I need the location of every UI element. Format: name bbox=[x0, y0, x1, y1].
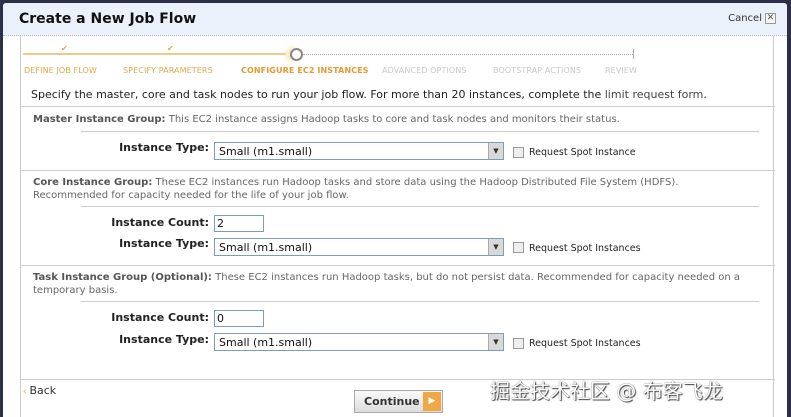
back-link[interactable]: ‹ Back bbox=[23, 384, 56, 397]
limit-request-link[interactable]: limit request form bbox=[605, 88, 704, 101]
intro-body: Specify the master, core and task nodes … bbox=[31, 88, 605, 101]
progress-track-end bbox=[633, 49, 634, 59]
divider bbox=[21, 265, 775, 266]
intro-end: . bbox=[703, 88, 707, 101]
task-count-label: Instance Count: bbox=[111, 311, 209, 324]
master-instance-type-select[interactable]: Small (m1.small) ▼ bbox=[214, 142, 504, 160]
cancel-label: Cancel bbox=[728, 13, 762, 24]
task-instance-type-select[interactable]: Small (m1.small) ▼ bbox=[214, 333, 504, 351]
step-configure-ec2: CONFIGURE EC2 INSTANCES bbox=[241, 66, 369, 75]
master-group-desc: Master Instance Group: This EC2 instance… bbox=[33, 113, 748, 126]
master-group-text: This EC2 instance assigns Hadoop tasks t… bbox=[165, 114, 620, 125]
job-flow-dialog: Create a New Job Flow Cancel ✕ ✔ ✔ DEFINE… bbox=[3, 3, 787, 417]
check-icon: ✔ bbox=[167, 44, 174, 53]
task-instance-count-input[interactable]: 0 bbox=[214, 310, 264, 327]
chevron-down-icon[interactable]: ▼ bbox=[488, 143, 503, 159]
divider bbox=[81, 206, 759, 207]
master-spot-label: Request Spot Instance bbox=[529, 147, 636, 158]
chevron-down-icon[interactable]: ▼ bbox=[488, 239, 503, 255]
core-spot-checkbox[interactable] bbox=[513, 242, 524, 253]
core-count-label: Instance Count: bbox=[111, 216, 209, 229]
task-type-value: Small (m1.small) bbox=[219, 336, 313, 349]
step-specify-parameters: SPECIFY PARAMETERS bbox=[123, 66, 213, 75]
current-step-marker bbox=[290, 48, 303, 61]
cancel-button[interactable]: Cancel ✕ bbox=[728, 13, 776, 24]
task-spot-checkbox[interactable] bbox=[513, 338, 524, 349]
divider bbox=[21, 106, 775, 107]
play-arrow-icon: ▶ bbox=[423, 392, 441, 411]
core-instance-type-select[interactable]: Small (m1.small) ▼ bbox=[214, 238, 504, 256]
chevron-down-icon[interactable]: ▼ bbox=[488, 334, 503, 350]
step-bootstrap-actions: BOOTSTRAP ACTIONS bbox=[493, 66, 582, 75]
title-bar: Create a New Job Flow Cancel ✕ bbox=[3, 3, 787, 36]
back-label: Back bbox=[29, 384, 57, 397]
continue-button[interactable]: Continue ▶ bbox=[354, 390, 443, 413]
step-define-job-flow: DEFINE JOB FLOW bbox=[24, 66, 97, 75]
continue-label: Continue bbox=[364, 395, 420, 408]
watermark: 掘金技术社区 @ 布客飞龙 bbox=[490, 379, 723, 403]
task-spot-label: Request Spot Instances bbox=[529, 338, 641, 349]
step-review: REVIEW bbox=[605, 66, 638, 75]
close-icon[interactable]: ✕ bbox=[765, 13, 776, 24]
divider bbox=[81, 131, 759, 132]
master-type-label: Instance Type: bbox=[119, 141, 209, 154]
task-group-title: Task Instance Group (Optional): bbox=[33, 272, 212, 283]
check-icon: ✔ bbox=[61, 44, 68, 53]
core-group-title: Core Instance Group: bbox=[33, 177, 153, 188]
core-instance-count-input[interactable]: 2 bbox=[214, 215, 264, 232]
task-type-label: Instance Type: bbox=[119, 333, 209, 346]
step-advanced-options: ADVANCED OPTIONS bbox=[382, 66, 467, 75]
master-type-value: Small (m1.small) bbox=[219, 145, 313, 158]
intro-text: Specify the master, core and task nodes … bbox=[31, 88, 707, 101]
core-group-desc: Core Instance Group: These EC2 instances… bbox=[33, 176, 748, 202]
core-type-value: Small (m1.small) bbox=[219, 241, 313, 254]
dialog-title: Create a New Job Flow bbox=[19, 11, 197, 27]
master-group-title: Master Instance Group: bbox=[33, 114, 166, 125]
progress-track-todo bbox=[303, 54, 633, 55]
master-spot-checkbox[interactable] bbox=[513, 147, 524, 158]
wizard-panel: ✔ ✔ DEFINE JOB FLOW SPECIFY PARAMETERS C… bbox=[20, 36, 775, 417]
task-group-desc: Task Instance Group (Optional): These EC… bbox=[33, 271, 748, 297]
core-type-label: Instance Type: bbox=[119, 237, 209, 250]
progress-track-done bbox=[23, 53, 286, 55]
core-spot-label: Request Spot Instances bbox=[529, 243, 641, 254]
divider bbox=[21, 170, 775, 171]
divider bbox=[81, 301, 759, 302]
